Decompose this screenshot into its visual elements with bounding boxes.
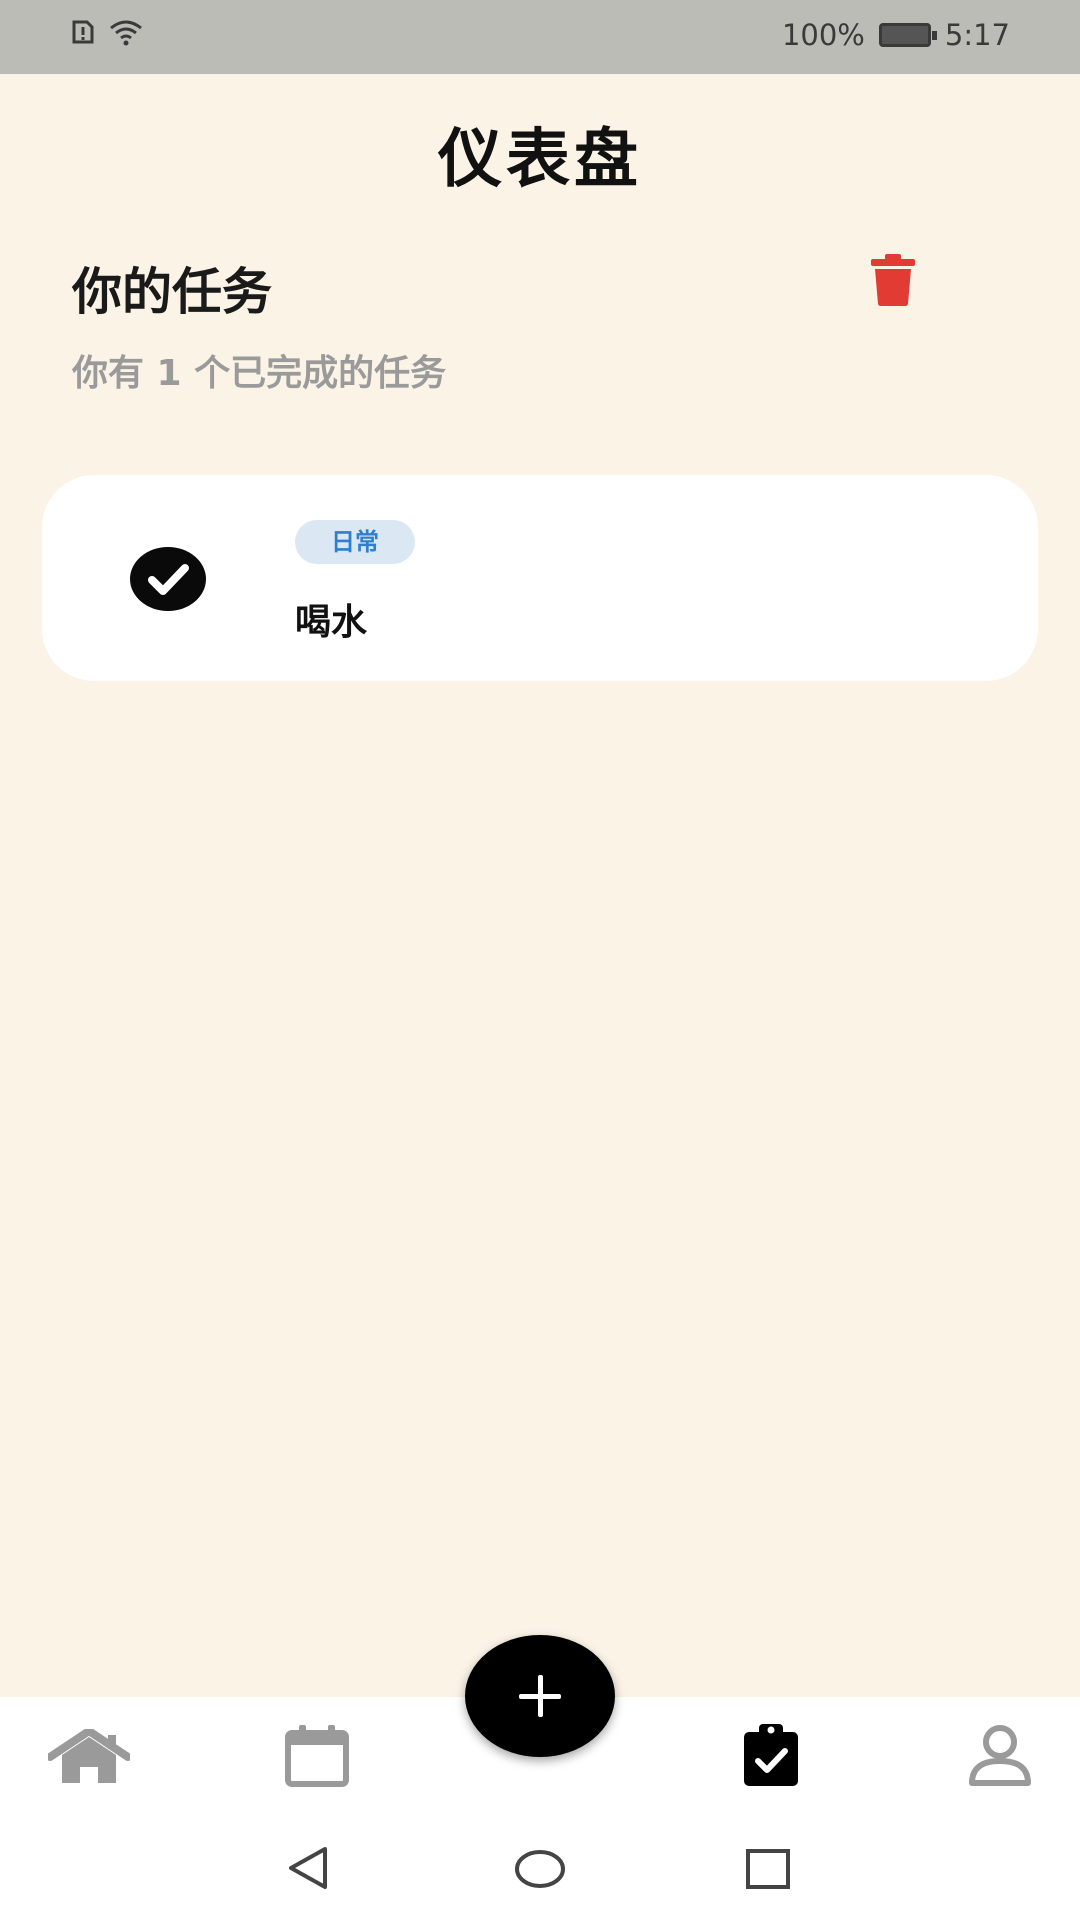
home-circle-icon[interactable] — [514, 1849, 566, 1893]
home-icon[interactable] — [46, 1727, 132, 1789]
status-bar: 100% 5:17 — [0, 0, 1080, 74]
profile-icon[interactable] — [968, 1725, 1032, 1791]
recents-icon[interactable] — [746, 1849, 790, 1893]
battery-icon — [878, 23, 937, 47]
system-nav-bar — [0, 1807, 1080, 1920]
trash-icon[interactable] — [870, 254, 916, 306]
wifi-icon — [108, 18, 144, 50]
sim-alert-icon — [70, 19, 96, 49]
task-card[interactable]: 日常 喝水 — [42, 475, 1038, 681]
calendar-icon[interactable] — [285, 1725, 349, 1791]
task-name: 喝水 — [295, 602, 368, 643]
tasks-section-title: 你的任务 — [72, 263, 272, 321]
status-right: 100% 5:17 — [782, 18, 1010, 52]
completed-check-icon[interactable] — [130, 547, 206, 611]
page-title: 仪表盘 — [438, 123, 642, 197]
tasks-section-subtitle: 你有 1 个已完成的任务 — [72, 353, 447, 394]
battery-percent: 100% — [781, 18, 865, 52]
add-task-button[interactable] — [465, 1635, 615, 1757]
tasks-clipboard-icon[interactable] — [744, 1724, 798, 1790]
status-left — [70, 18, 144, 50]
back-icon[interactable] — [285, 1845, 331, 1895]
task-category-tag: 日常 — [295, 520, 415, 564]
clock: 5:17 — [944, 18, 1010, 52]
